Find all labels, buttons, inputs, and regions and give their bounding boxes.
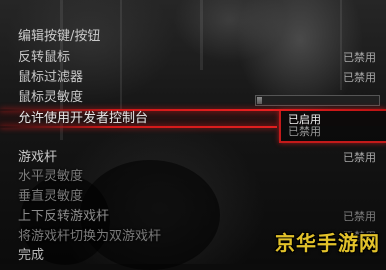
swap-joystick-label: 将游戏杆切换为双游戏杆: [18, 229, 162, 244]
developer-console-label: 允许使用开发者控制台: [18, 111, 149, 126]
developer-console-dropdown[interactable]: 已启用 已禁用: [279, 111, 386, 143]
joystick-label: 游戏杆: [18, 150, 58, 165]
menu-mouse-filter[interactable]: 鼠标过滤器 已禁用: [0, 68, 386, 87]
mouse-filter-value: 已禁用: [343, 71, 376, 84]
done-button-label: 完成: [18, 248, 45, 263]
menu-invert-mouse[interactable]: 反转鼠标 已禁用: [0, 48, 386, 67]
invert-joystick-label: 上下反转游戏杆: [18, 209, 110, 224]
vertical-sensitivity-label: 垂直灵敏度: [18, 189, 84, 204]
invert-mouse-value: 已禁用: [343, 51, 376, 64]
horizontal-sensitivity-label: 水平灵敏度: [18, 169, 84, 184]
mouse-filter-label: 鼠标过滤器: [18, 70, 84, 85]
site-watermark: 京华手游网: [275, 231, 380, 255]
invert-joystick-value: 已禁用: [343, 210, 376, 223]
menu-invert-joystick: 上下反转游戏杆 已禁用: [0, 207, 386, 226]
mouse-sensitivity-label: 鼠标灵敏度: [18, 90, 84, 105]
mouse-sensitivity-slider[interactable]: [255, 95, 380, 106]
invert-mouse-label: 反转鼠标: [18, 50, 71, 65]
menu-horizontal-sensitivity: 水平灵敏度: [0, 167, 386, 186]
joystick-value: 已禁用: [343, 151, 376, 164]
dropdown-option-disabled[interactable]: 已禁用: [288, 125, 321, 138]
menu-joystick[interactable]: 游戏杆 已禁用: [0, 148, 386, 167]
edit-keys-label: 编辑按键/按钮: [18, 29, 101, 44]
menu-edit-keys[interactable]: 编辑按键/按钮: [0, 27, 386, 46]
menu-vertical-sensitivity: 垂直灵敏度: [0, 187, 386, 206]
mouse-sensitivity-slider-fill: [257, 97, 262, 104]
